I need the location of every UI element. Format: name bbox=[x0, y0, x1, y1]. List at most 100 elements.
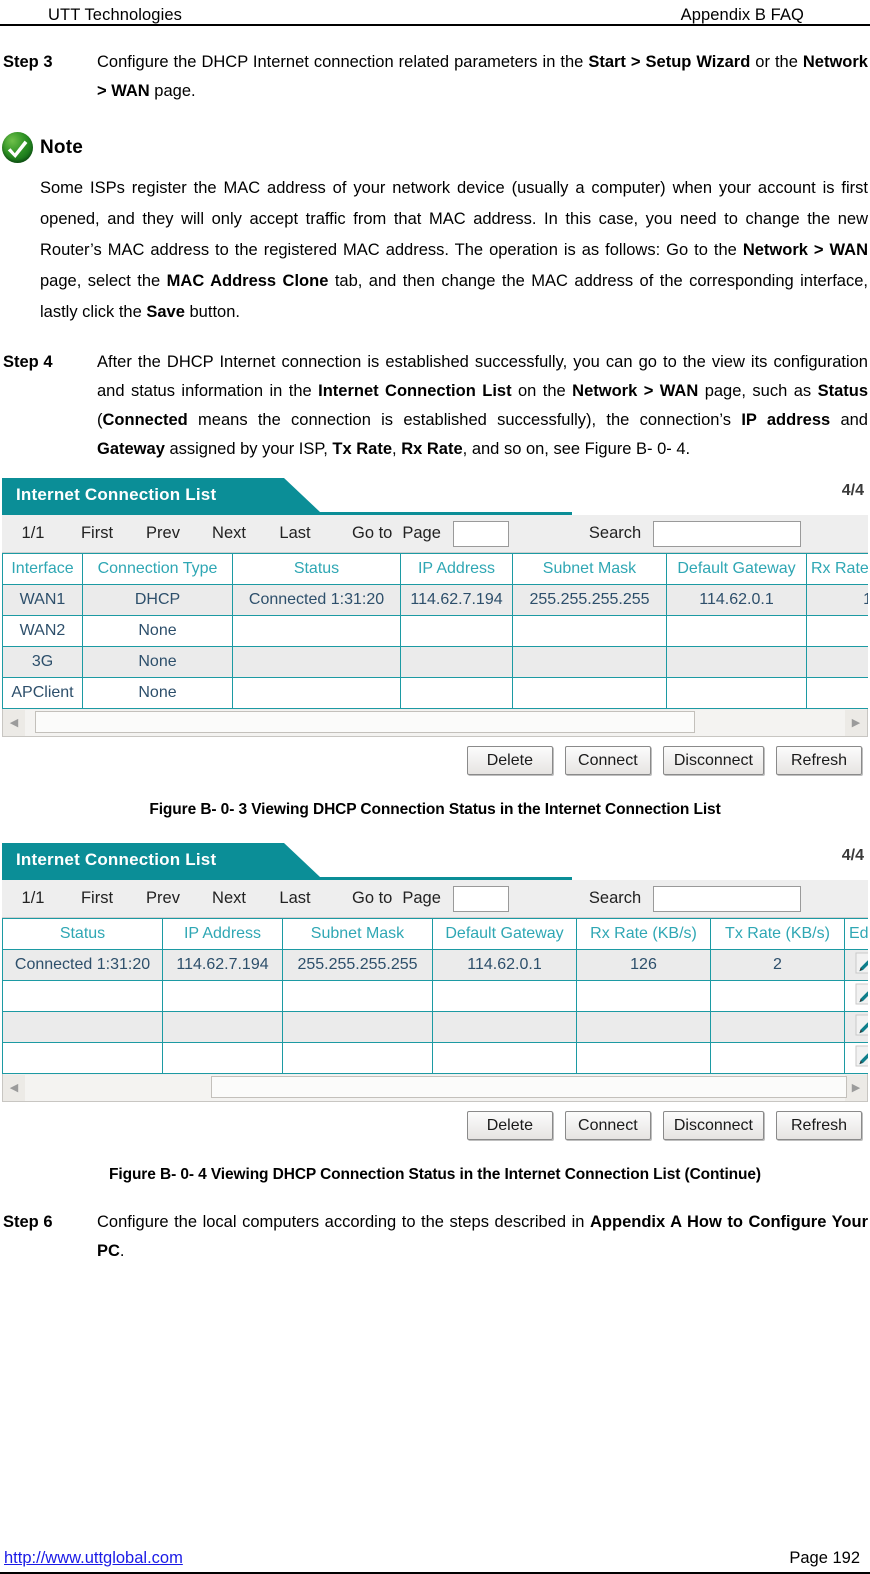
panel-2-r2-default-gateway bbox=[432, 980, 577, 1012]
edit-pencil-icon[interactable] bbox=[853, 951, 868, 980]
table-row[interactable]: 3G None bbox=[2, 646, 868, 678]
panel-1-horizontal-scrollbar[interactable]: ◀ ▶ bbox=[2, 709, 868, 737]
step-4-text-5: means the connection is established succ… bbox=[187, 411, 742, 429]
scroll-left-arrow-icon[interactable]: ◀ bbox=[3, 1074, 25, 1101]
step-3-bold-1: Start > Setup Wizard bbox=[588, 53, 751, 71]
panel-1-r4-subnet-mask bbox=[512, 677, 667, 709]
panel-1-first-link[interactable]: First bbox=[64, 524, 130, 543]
table-row[interactable]: APClient None bbox=[2, 677, 868, 709]
panel-2-r4-edit-cell[interactable] bbox=[844, 1042, 868, 1074]
disconnect-button[interactable]: Disconnect bbox=[662, 746, 764, 775]
panel-2-next-link[interactable]: Next bbox=[196, 889, 262, 908]
panel-1-r3-connection-type: None bbox=[82, 646, 233, 678]
note-bold-3: Save bbox=[146, 303, 185, 321]
document-page: UTT Technologies Appendix B FAQ Step 3 C… bbox=[0, 0, 870, 1574]
note-bold-2: MAC Address Clone bbox=[166, 272, 329, 290]
panel-1-r2-status bbox=[232, 615, 401, 647]
panel-2-goto-label: Go to bbox=[352, 889, 393, 907]
panel-1-r1-rx-rate: 1 bbox=[806, 584, 868, 616]
panel-2-col-rx-rate: Rx Rate (KB/s) bbox=[576, 918, 711, 950]
green-check-icon bbox=[2, 132, 33, 163]
panel-1-r4-status bbox=[232, 677, 401, 709]
footer-website-link[interactable]: http://www.uttglobal.com bbox=[4, 1549, 183, 1568]
panel-2-page-input[interactable] bbox=[452, 885, 509, 912]
panel-2-r2-subnet-mask bbox=[282, 980, 433, 1012]
panel-1-action-buttons: Delete Connect Disconnect Refresh bbox=[2, 737, 868, 779]
step-3-text-1: Configure the DHCP Internet connection r… bbox=[97, 53, 589, 71]
table-row[interactable]: WAN1 DHCP Connected 1:31:20 114.62.7.194… bbox=[2, 584, 868, 616]
step-6-text-2: . bbox=[119, 1242, 125, 1260]
panel-2-r3-rx-rate bbox=[576, 1011, 711, 1043]
step-4-body: After the DHCP Internet connection is es… bbox=[97, 348, 870, 464]
panel-2-scroll-track[interactable] bbox=[25, 1074, 847, 1101]
panel-2-col-subnet-mask: Subnet Mask bbox=[282, 918, 433, 950]
edit-pencil-icon[interactable] bbox=[853, 982, 868, 1011]
panel-2-page-indicator: 1/1 bbox=[21, 889, 45, 907]
refresh-button[interactable]: Refresh bbox=[776, 746, 862, 775]
edit-pencil-icon[interactable] bbox=[853, 1044, 868, 1073]
panel-2-r1-subnet-mask: 255.255.255.255 bbox=[282, 949, 433, 981]
panel-1-r1-status: Connected 1:31:20 bbox=[232, 584, 401, 616]
step-6-body: Configure the local computers according … bbox=[97, 1208, 870, 1266]
panel-1-r3-default-gateway bbox=[666, 646, 807, 678]
panel-1-scroll-thumb[interactable] bbox=[35, 710, 695, 733]
step-3-text-2: or the bbox=[750, 53, 803, 71]
panel-1-r3-rx-rate bbox=[806, 646, 868, 678]
step-3: Step 3 Configure the DHCP Internet conne… bbox=[0, 48, 870, 106]
connect-button[interactable]: Connect bbox=[564, 746, 651, 775]
panel-2-r4-status bbox=[2, 1042, 163, 1074]
panel-1-r2-connection-type: None bbox=[82, 615, 233, 647]
step-4: Step 4 After the DHCP Internet connectio… bbox=[0, 348, 870, 464]
step-4-bold-7: Tx Rate bbox=[332, 440, 393, 458]
panel-2-r4-default-gateway bbox=[432, 1042, 577, 1074]
panel-1-scroll-track[interactable] bbox=[25, 709, 845, 736]
table-row[interactable] bbox=[2, 1011, 868, 1043]
panel-2-r3-subnet-mask bbox=[282, 1011, 433, 1043]
panel-2-scroll-thumb[interactable] bbox=[211, 1075, 847, 1098]
panel-1-search-input[interactable] bbox=[653, 520, 802, 547]
panel-1-col-connection-type: Connection Type bbox=[82, 553, 233, 585]
panel-1-r4-connection-type: None bbox=[82, 677, 233, 709]
panel-2-r1-rx-rate: 126 bbox=[576, 949, 711, 981]
refresh-button[interactable]: Refresh bbox=[776, 1111, 862, 1140]
panel-2-horizontal-scrollbar[interactable]: ◀ ▶ bbox=[2, 1074, 868, 1102]
panel-1-next-link[interactable]: Next bbox=[196, 524, 262, 543]
panel-2-topbar: Internet Connection List 4/4 bbox=[2, 843, 868, 877]
connect-button[interactable]: Connect bbox=[564, 1111, 651, 1140]
footer-page-number: Page 192 bbox=[789, 1549, 860, 1567]
panel-1-page-input[interactable] bbox=[452, 520, 509, 547]
panel-2-r1-tx-rate: 2 bbox=[710, 949, 845, 981]
delete-button[interactable]: Delete bbox=[466, 1111, 553, 1140]
table-row[interactable]: WAN2 None bbox=[2, 615, 868, 647]
panel-2-r1-edit-cell[interactable] bbox=[844, 949, 868, 981]
panel-2-r2-edit-cell[interactable] bbox=[844, 980, 868, 1012]
step-4-label: Step 4 bbox=[3, 353, 53, 371]
panel-1-col-default-gateway: Default Gateway bbox=[666, 553, 807, 585]
panel-2-r1-status: Connected 1:31:20 bbox=[2, 949, 163, 981]
table-row[interactable] bbox=[2, 980, 868, 1012]
panel-1-r1-connection-type: DHCP bbox=[82, 584, 233, 616]
scroll-right-arrow-icon[interactable]: ▶ bbox=[845, 709, 867, 736]
panel-2-first-link[interactable]: First bbox=[64, 889, 130, 908]
scroll-left-arrow-icon[interactable]: ◀ bbox=[3, 709, 25, 736]
internet-connection-list-panel-2: Internet Connection List 4/4 1/1 First P… bbox=[2, 843, 868, 1144]
edit-pencil-icon[interactable] bbox=[853, 1013, 868, 1042]
panel-2-record-count: 4/4 bbox=[841, 847, 864, 864]
delete-button[interactable]: Delete bbox=[466, 746, 553, 775]
disconnect-button[interactable]: Disconnect bbox=[662, 1111, 764, 1140]
step-4-bold-8: Rx Rate bbox=[401, 440, 463, 458]
note-body: Some ISPs register the MAC address of yo… bbox=[40, 173, 868, 328]
table-row[interactable]: Connected 1:31:20 114.62.7.194 255.255.2… bbox=[2, 949, 868, 981]
scroll-right-arrow-icon[interactable]: ▶ bbox=[845, 1074, 867, 1101]
panel-1-last-link[interactable]: Last bbox=[262, 524, 328, 543]
panel-1-prev-link[interactable]: Prev bbox=[130, 524, 196, 543]
step-4-text-2: on the bbox=[511, 382, 573, 400]
panel-2-r3-edit-cell[interactable] bbox=[844, 1011, 868, 1043]
panel-1-title-tab: Internet Connection List bbox=[2, 478, 320, 512]
panel-1-r3-interface: 3G bbox=[2, 646, 83, 678]
panel-2-search-input[interactable] bbox=[653, 885, 802, 912]
panel-2-prev-link[interactable]: Prev bbox=[130, 889, 196, 908]
panel-2-header-row: Status IP Address Subnet Mask Default Ga… bbox=[2, 918, 868, 950]
panel-2-last-link[interactable]: Last bbox=[262, 889, 328, 908]
table-row[interactable] bbox=[2, 1042, 868, 1074]
